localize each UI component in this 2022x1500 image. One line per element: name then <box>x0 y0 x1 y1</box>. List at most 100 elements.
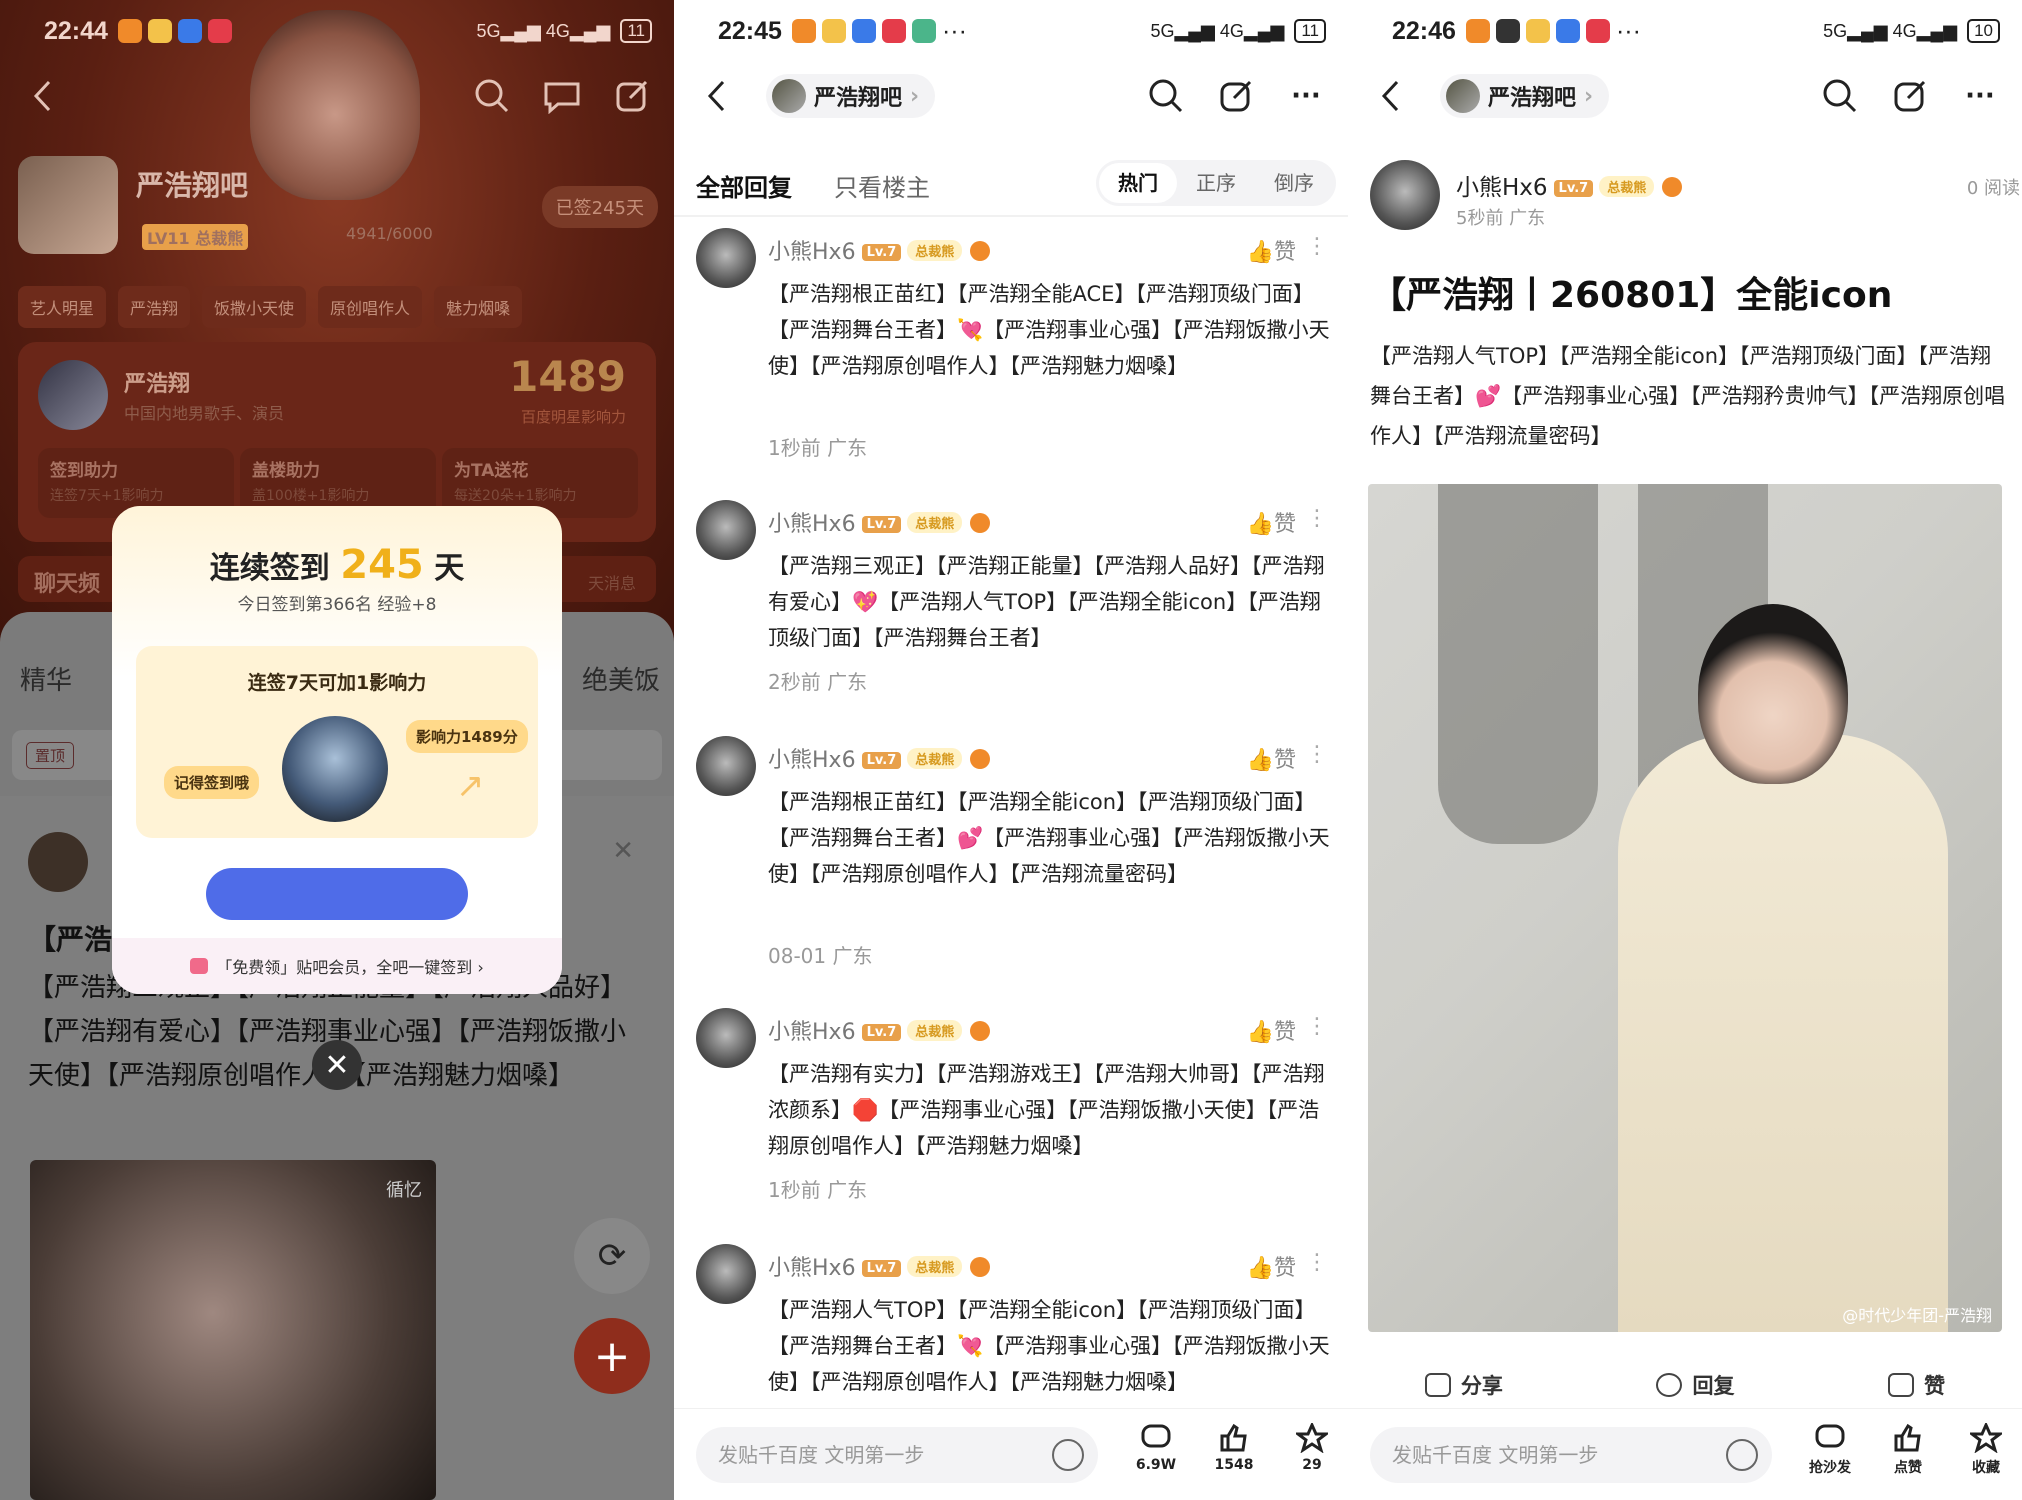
like-post-button[interactable]: 点赞 <box>1878 1423 1938 1477</box>
edit-icon[interactable] <box>612 76 652 116</box>
chat-channel-tail: 天消息 <box>587 574 636 593</box>
edit-icon[interactable] <box>1890 76 1930 116</box>
forum-tag[interactable]: 魅力烟嗓 <box>434 286 523 328</box>
user-avatar[interactable] <box>696 1244 756 1304</box>
user-avatar[interactable] <box>696 500 756 560</box>
more-icon[interactable]: ··· <box>1960 76 2000 116</box>
author-avatar[interactable] <box>1370 160 1440 230</box>
more-vertical-icon[interactable]: ⋮ <box>1306 234 1328 259</box>
share-button[interactable]: 分享 <box>1424 1370 1503 1400</box>
forum-info: 严浩翔吧 LV11 总裁熊 4941/6000 已签245天 <box>18 156 658 256</box>
forum-tag[interactable]: 饭撒小天使 <box>202 286 307 328</box>
forum-tag[interactable]: 艺人明星 <box>18 286 107 328</box>
reply-count-button[interactable]: 6.9W <box>1126 1423 1186 1473</box>
like-button[interactable]: 👍赞 <box>1247 742 1296 774</box>
bottom-bar: 发贴千百度 文明第一步 6.9W 1548 29 <box>674 1408 1348 1500</box>
user-avatar[interactable] <box>696 228 756 288</box>
user-avatar[interactable] <box>696 1008 756 1068</box>
emoji-icon[interactable] <box>1052 1439 1084 1471</box>
author-name-row[interactable]: 小熊Hx6 Lv.7 总裁熊 <box>1456 168 1683 202</box>
chat-icon[interactable] <box>542 76 582 116</box>
forum-tag[interactable]: 严浩翔 <box>118 286 191 328</box>
level-badge: Lv.7 <box>861 752 902 769</box>
sort-hot[interactable]: 热门 <box>1099 163 1177 203</box>
like-button[interactable]: 赞 <box>1888 1370 1945 1400</box>
favorite-button[interactable]: 收藏 <box>1956 1423 2016 1477</box>
input-placeholder: 发贴千百度 文明第一步 <box>718 1443 925 1467</box>
search-icon[interactable] <box>1820 76 1860 116</box>
favorite-count-button[interactable]: 29 <box>1282 1423 1342 1473</box>
tab-all-replies[interactable]: 全部回复 <box>696 168 792 203</box>
more-icon[interactable]: ··· <box>1286 76 1326 116</box>
dialog-title-pre: 连续签到 <box>209 551 330 586</box>
like-count: 1548 <box>1214 1457 1254 1473</box>
user-name: 小熊Hx6 <box>768 748 856 773</box>
nav-bar: 严浩翔吧 › ··· <box>1348 64 2022 128</box>
more-vertical-icon[interactable]: ⋮ <box>1306 1014 1328 1039</box>
photo-face <box>1698 604 1848 784</box>
signed-badge[interactable]: 已签245天 <box>541 186 658 228</box>
reply-item[interactable]: 小熊Hx6 Lv.7 总裁熊 👍赞 ⋮ 【严浩翔三观正】【严浩翔正能量】【严浩翔人品… <box>696 500 1336 700</box>
tab-other[interactable]: 绝美饭 <box>582 660 660 697</box>
confirm-button[interactable] <box>206 868 468 920</box>
reply-item[interactable]: 小熊Hx6 Lv.7 总裁熊 👍赞 ⋮ 【严浩翔根正苗红】【严浩翔全能ACE】【严浩… <box>696 228 1336 468</box>
search-icon[interactable] <box>472 76 512 116</box>
user-name-row[interactable]: 小熊Hx6 Lv.7 总裁熊 <box>768 506 991 538</box>
more-vertical-icon[interactable]: ⋮ <box>1306 742 1328 767</box>
back-icon[interactable] <box>22 76 62 116</box>
like-count-button[interactable]: 1548 <box>1204 1423 1264 1473</box>
reply-item[interactable]: 小熊Hx6 Lv.7 总裁熊 👍赞 ⋮ 【严浩翔有实力】【严浩翔游戏王】【严浩翔大帅… <box>696 1008 1336 1208</box>
refresh-icon[interactable]: ⟳ <box>574 1218 650 1294</box>
user-name-row[interactable]: 小熊Hx6 Lv.7 总裁熊 <box>768 1250 991 1282</box>
edit-icon[interactable] <box>1216 76 1256 116</box>
close-icon[interactable]: ✕ <box>612 836 634 866</box>
like-button[interactable]: 👍赞 <box>1247 1250 1296 1282</box>
notification-icon <box>1495 19 1520 43</box>
notification-icon <box>911 19 936 43</box>
reply-item[interactable]: 小熊Hx6 Lv.7 总裁熊 👍赞 ⋮ 【严浩翔根正苗红】【严浩翔全能icon】【严… <box>696 736 1336 976</box>
share-label: 分享 <box>1460 1374 1503 1398</box>
forum-pill[interactable]: 严浩翔吧 › <box>766 74 936 118</box>
sofa-button[interactable]: 抢沙发 <box>1800 1423 1860 1477</box>
tab-op-only[interactable]: 只看楼主 <box>834 168 930 203</box>
like-button[interactable]: 👍赞 <box>1247 506 1296 538</box>
notification-icon <box>821 19 846 43</box>
reply-text: 【严浩翔三观正】【严浩翔正能量】【严浩翔人品好】【严浩翔有爱心】💖【严浩翔人气T… <box>768 554 1325 650</box>
forum-tag[interactable]: 原创唱作人 <box>318 286 423 328</box>
reply-item[interactable]: 小熊Hx6 Lv.7 总裁熊 👍赞 ⋮ 【严浩翔人气TOP】【严浩翔全能icon】【… <box>696 1244 1336 1408</box>
notification-icon <box>177 19 202 43</box>
user-name-row[interactable]: 小熊Hx6 Lv.7 总裁熊 <box>768 234 991 266</box>
back-icon[interactable] <box>1370 76 1410 116</box>
post-photo[interactable]: @时代少年团-严浩翔 <box>1368 484 2002 1332</box>
sort-asc[interactable]: 正序 <box>1177 163 1255 203</box>
forum-tags: 艺人明星 严浩翔 饭撒小天使 原创唱作人 魅力烟嗓 <box>18 286 523 328</box>
like-button[interactable]: 👍赞 <box>1247 1014 1296 1046</box>
post-image[interactable]: 循忆 <box>30 1160 436 1500</box>
tab-featured[interactable]: 精华 <box>20 660 72 697</box>
reply-input[interactable]: 发贴千百度 文明第一步 <box>1370 1427 1772 1483</box>
back-icon[interactable] <box>696 76 736 116</box>
emoji-icon[interactable] <box>1726 1439 1758 1471</box>
user-name-row[interactable]: 小熊Hx6 Lv.7 总裁熊 <box>768 742 991 774</box>
user-avatar[interactable] <box>696 736 756 796</box>
gift-icon <box>190 958 209 974</box>
medal-icon <box>970 513 991 533</box>
user-name: 小熊Hx6 <box>768 240 856 265</box>
sort-desc[interactable]: 倒序 <box>1255 163 1333 203</box>
sign-in-dialog: 连续签到 245 天 今日签到第366名 经验+8 连签7天可加1影响力 记得签… <box>112 506 562 994</box>
reply-input[interactable]: 发贴千百度 文明第一步 <box>696 1427 1098 1483</box>
reply-button[interactable]: 回复 <box>1656 1370 1734 1400</box>
level-badge: Lv.7 <box>1553 180 1594 197</box>
user-name-row[interactable]: 小熊Hx6 Lv.7 总裁熊 <box>768 1014 991 1046</box>
add-post-button[interactable]: + <box>574 1318 650 1394</box>
more-vertical-icon[interactable]: ⋮ <box>1306 1250 1328 1275</box>
like-button[interactable]: 👍赞 <box>1247 234 1296 266</box>
vip-promo-link[interactable]: 「免费领」贴吧会员，全吧一键签到 › <box>112 938 562 994</box>
more-vertical-icon[interactable]: ⋮ <box>1306 506 1328 531</box>
dialog-title: 连续签到 245 天 <box>112 542 562 588</box>
forum-name: 严浩翔吧 <box>1488 86 1577 111</box>
user-name: 小熊Hx6 <box>768 512 856 537</box>
forum-pill[interactable]: 严浩翔吧 › <box>1440 74 1610 118</box>
dialog-close-button[interactable]: ✕ <box>312 1040 362 1090</box>
search-icon[interactable] <box>1146 76 1186 116</box>
